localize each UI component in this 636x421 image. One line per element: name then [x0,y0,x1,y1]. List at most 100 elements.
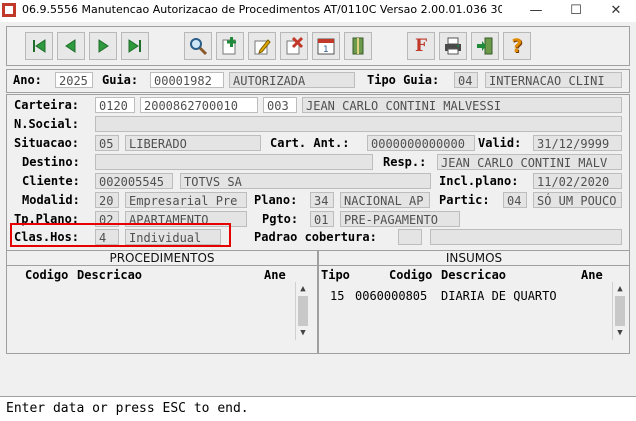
print-button[interactable] [439,32,467,60]
proc-col-codigo: Codigo [25,268,69,282]
plano-label: Plano: [254,193,298,207]
guia-label: Guia: [102,73,139,87]
ins-col-tipo: Tipo [321,268,350,282]
padrao-desc-field [430,229,622,245]
add-button[interactable] [216,32,244,60]
carteira-field-1[interactable]: 0120 [95,97,135,113]
highlight-box [10,223,231,247]
tipo-guia-desc-field: INTERNACAO CLINI [485,72,622,88]
resp-label: Resp.: [383,155,427,169]
ins-cell-tipo: 15 [330,289,345,303]
guia-status-field: AUTORIZADA [229,72,355,88]
next-record-button[interactable] [89,32,117,60]
scroll-thumb[interactable] [298,296,308,326]
procedimentos-title: PROCEDIMENTOS [7,251,317,266]
carteira-field-3[interactable]: 003 [263,97,297,113]
beneficiary-name-field: JEAN CARLO CONTINI MALVESSI [302,97,622,113]
window-title: 06.9.5556 Manutencao Autorizacao de Proc… [22,3,502,16]
calendar-button[interactable]: 1 [312,32,340,60]
search-button[interactable] [184,32,212,60]
function-icon: F [414,36,428,56]
last-record-button[interactable] [121,32,149,60]
procedimentos-scrollbar[interactable]: ▲ ▼ [295,282,310,340]
ins-cell-codigo: 0060000805 [355,289,428,303]
title-bar: 06.9.5556 Manutencao Autorizacao de Proc… [0,0,636,22]
padrao-code-field [398,229,422,245]
delete-button[interactable] [280,32,308,60]
modalid-code-field: 20 [95,192,119,208]
help-icon: ? [511,35,523,57]
carteira-label: Carteira: [14,98,80,112]
scroll-up-icon[interactable]: ▲ [296,282,310,296]
status-message: Enter data or press ESC to end. [6,401,249,416]
app-icon [2,3,16,17]
guia-field[interactable]: 00001982 [150,72,224,88]
last-icon [128,39,141,53]
modalid-desc-field: Empresarial Pre [125,192,247,208]
exit-button[interactable] [471,32,499,60]
insumos-scrollbar[interactable]: ▲ ▼ [612,282,627,340]
ins-col-ane: Ane [581,268,603,282]
calendar-icon: 1 [317,38,335,55]
add-icon [222,37,236,55]
maximize-button[interactable]: ☐ [556,0,596,22]
help-button[interactable]: ? [503,32,531,60]
cart-ant-field: 0000000000000 [367,135,475,151]
situacao-code-field: 05 [95,135,119,151]
pgto-code-field: 01 [310,211,334,227]
next-icon [98,39,109,53]
scroll-down-icon[interactable]: ▼ [613,326,627,340]
ins-col-descricao: Descricao [441,268,507,282]
tipo-guia-code-field: 04 [454,72,478,88]
function-button[interactable]: F [407,32,435,60]
plano-code-field: 34 [310,192,334,208]
ano-label: Ano: [13,73,42,87]
partic-desc-field: SÓ UM POUCO [533,192,622,208]
resp-field: JEAN CARLO CONTINI MALV [437,154,622,170]
first-record-button[interactable] [25,32,53,60]
previous-record-button[interactable] [57,32,85,60]
valid-label: Valid: [478,136,522,150]
proc-col-descricao: Descricao [77,268,143,282]
minimize-button[interactable]: — [516,0,556,22]
padrao-cobertura-label: Padrao cobertura: [254,230,377,244]
tipo-guia-label: Tipo Guia: [367,73,440,87]
partic-code-field: 04 [503,192,527,208]
scroll-thumb[interactable] [615,296,625,326]
destino-field [95,154,373,170]
scroll-down-icon[interactable]: ▼ [296,326,310,340]
insumos-title: INSUMOS [319,251,629,266]
svg-text:1: 1 [323,45,329,55]
plano-desc-field: NACIONAL AP [340,192,430,208]
nsocial-label: N.Social: [14,117,80,131]
situacao-label: Situacao: [14,136,80,150]
destino-label: Destino: [22,155,80,169]
close-button[interactable]: ✕ [596,0,636,22]
partic-label: Partic: [439,193,490,207]
cliente-name-field: TOTVS SA [180,173,431,189]
pgto-label: Pgto: [262,212,299,226]
cart-ant-label: Cart. Ant.: [270,136,350,150]
delete-icon [286,36,304,55]
ins-col-codigo: Codigo [389,268,433,282]
print-icon [445,37,461,55]
search-icon [190,38,208,56]
carteira-field-2[interactable]: 2000862700010 [140,97,258,113]
cliente-code-field: 002005545 [95,173,173,189]
ano-field[interactable]: 2025 [55,72,93,88]
first-icon [33,39,46,53]
cliente-label: Cliente: [22,174,80,188]
scroll-up-icon[interactable]: ▲ [613,282,627,296]
nsocial-field [95,116,622,132]
situacao-desc-field: LIBERADO [125,135,261,151]
valid-field: 31/12/9999 [533,135,622,151]
incl-plano-field: 11/02/2020 [533,173,622,189]
modalid-label: Modalid: [22,193,80,207]
proc-col-ane: Ane [264,268,286,282]
exit-icon [477,37,493,55]
edit-button[interactable] [248,32,276,60]
status-bar: Enter data or press ESC to end. [0,396,636,421]
incl-plano-label: Incl.plano: [439,174,519,188]
book-button[interactable] [344,32,372,60]
book-icon [352,37,364,55]
